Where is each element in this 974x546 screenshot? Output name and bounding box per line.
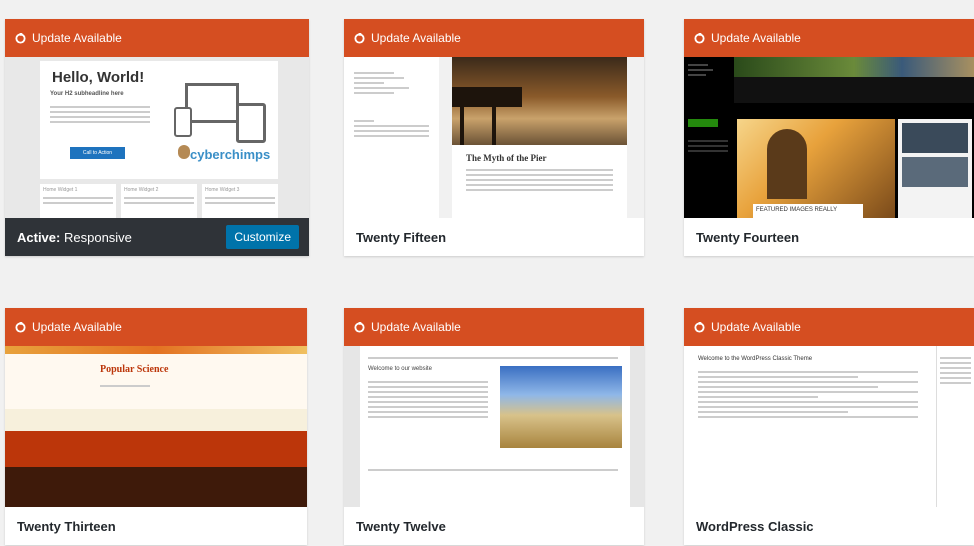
theme-screenshot[interactable]: The Myth of the Pier [344,57,644,218]
theme-card-twenty-twelve[interactable]: Update Available Welcome to our website … [344,308,644,545]
theme-screenshot[interactable]: Welcome to the WordPress Classic Theme [684,346,974,507]
theme-screenshot[interactable]: Welcome to our website [344,346,644,507]
preview-post-title: The Myth of the Pier [466,153,547,163]
theme-card-twenty-fifteen[interactable]: Update Available The Myth of the Pier Tw… [344,19,644,256]
theme-name: Responsive [63,229,132,245]
theme-card-twenty-fourteen[interactable]: Update Available FEATURED IMAGES REALLY … [684,19,974,256]
update-label: Update Available [32,31,122,45]
theme-screenshot[interactable]: FEATURED IMAGES REALLY [684,57,974,218]
theme-name[interactable]: Twenty Twelve [344,507,644,545]
preview-post-title: Welcome to the WordPress Classic Theme [698,356,813,362]
preview-brand: cyberchimps [190,147,271,162]
preview-site-title: Popular Science [100,364,169,375]
active-label: Active: [17,229,61,245]
customize-button[interactable]: Customize [226,225,299,249]
refresh-icon [354,32,365,44]
preview-cta: Call to Action [70,147,125,159]
update-banner[interactable]: Update Available [5,19,309,57]
update-label: Update Available [32,320,122,334]
update-banner[interactable]: Update Available [344,308,644,346]
active-theme-name: Active: Responsive [17,230,132,245]
update-banner[interactable]: Update Available [684,19,974,57]
theme-card-responsive[interactable]: Update Available Hello, World! Your H2 s… [5,19,309,256]
preview-headline: Hello, World! [52,69,145,86]
theme-card-twenty-thirteen[interactable]: Update Available Popular Science Twenty … [5,308,307,545]
theme-screenshot[interactable]: Hello, World! Your H2 subheadline here C… [5,57,309,219]
refresh-icon [694,321,705,333]
theme-name[interactable]: Twenty Thirteen [5,507,307,545]
theme-name[interactable]: Twenty Fourteen [684,218,974,256]
preview-subhead: Your H2 subheadline here [50,91,124,97]
update-label: Update Available [371,31,461,45]
theme-name[interactable]: Twenty Fifteen [344,218,644,256]
theme-screenshot[interactable]: Popular Science [5,346,307,507]
update-banner[interactable]: Update Available [684,308,974,346]
refresh-icon [694,32,705,44]
refresh-icon [354,321,365,333]
preview-featured: FEATURED IMAGES REALLY [753,204,863,218]
refresh-icon [15,32,26,44]
update-label: Update Available [711,31,801,45]
preview-widget: Home Widget 3 [205,187,240,193]
preview-widget: Home Widget 1 [43,187,78,193]
preview-welcome: Welcome to our website [368,366,432,372]
update-banner[interactable]: Update Available [5,308,307,346]
theme-name[interactable]: WordPress Classic [684,507,974,545]
active-theme-footer: Active: Responsive Customize [5,218,309,256]
update-label: Update Available [371,320,461,334]
preview-widget: Home Widget 2 [124,187,159,193]
theme-card-wordpress-classic[interactable]: Update Available Welcome to the WordPres… [684,308,974,545]
update-label: Update Available [711,320,801,334]
update-banner[interactable]: Update Available [344,19,644,57]
refresh-icon [15,321,26,333]
